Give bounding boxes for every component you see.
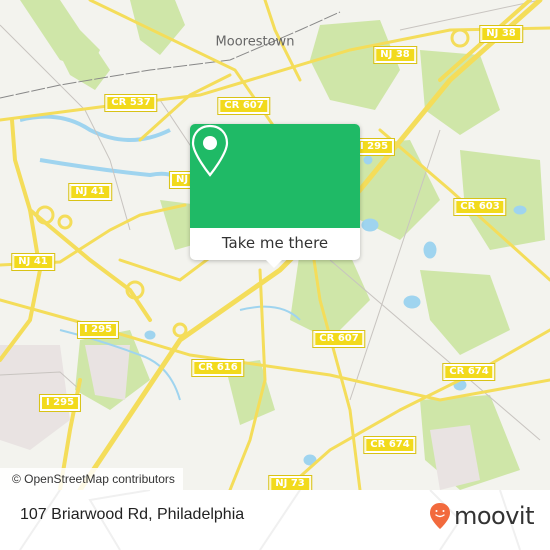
map-view[interactable]: Moorestown NJ 38 NJ 38 CR 537 CR 607 I 2… bbox=[0, 0, 550, 490]
river bbox=[39, 158, 187, 187]
road-shield-cr674: CR 674 bbox=[363, 436, 417, 454]
popup-header[interactable] bbox=[190, 124, 360, 228]
interchange-loop bbox=[450, 28, 470, 48]
pond bbox=[361, 218, 379, 232]
road-shield-nj38: NJ 38 bbox=[373, 46, 417, 64]
popup-pointer bbox=[266, 260, 282, 268]
address-text: 107 Briarwood Rd, Philadelphia bbox=[20, 506, 245, 523]
brand-name: moovit bbox=[453, 502, 535, 530]
interchange-loop bbox=[57, 214, 73, 230]
road-shield-cr616: CR 616 bbox=[191, 359, 245, 377]
pond bbox=[363, 155, 373, 165]
road-shield-nj41: NJ 41 bbox=[11, 253, 55, 271]
pond bbox=[403, 295, 421, 309]
road bbox=[0, 118, 43, 362]
footer-bar: 107 Briarwood Rd, Philadelphia moovit bbox=[0, 490, 550, 550]
park-area bbox=[290, 250, 370, 340]
interchange-loop bbox=[172, 322, 188, 338]
road-shield-cr607: CR 607 bbox=[217, 97, 271, 115]
road-shield-nj41: NJ 41 bbox=[68, 183, 112, 201]
road-shield-cr674: CR 674 bbox=[442, 363, 496, 381]
park-area bbox=[420, 270, 510, 355]
pond bbox=[513, 205, 527, 215]
park-area bbox=[310, 20, 400, 110]
road-shield-nj73: NJ 73 bbox=[268, 475, 312, 490]
park-area bbox=[130, 0, 185, 55]
take-me-there-button[interactable]: Take me there bbox=[190, 228, 360, 260]
road-shield-cr607: CR 607 bbox=[312, 330, 366, 348]
pond bbox=[423, 241, 437, 259]
map-pin-icon bbox=[191, 124, 229, 177]
pond bbox=[144, 330, 156, 340]
park-area bbox=[55, 20, 110, 90]
river bbox=[19, 114, 171, 142]
road-shield-nj38: NJ 38 bbox=[479, 25, 523, 43]
location-popup: Take me there bbox=[190, 124, 360, 268]
map-attribution[interactable]: © OpenStreetMap contributors bbox=[0, 468, 183, 490]
road-shield-i295: I 295 bbox=[38, 394, 82, 412]
moovit-logo[interactable]: moovit bbox=[429, 502, 535, 530]
place-label-moorestown: Moorestown bbox=[215, 34, 295, 50]
road-shield-i295: I 295 bbox=[76, 321, 120, 339]
moovit-pin-icon bbox=[429, 503, 450, 529]
road-shield-cr603: CR 603 bbox=[453, 198, 507, 216]
road-shield-cr537: CR 537 bbox=[104, 94, 158, 112]
